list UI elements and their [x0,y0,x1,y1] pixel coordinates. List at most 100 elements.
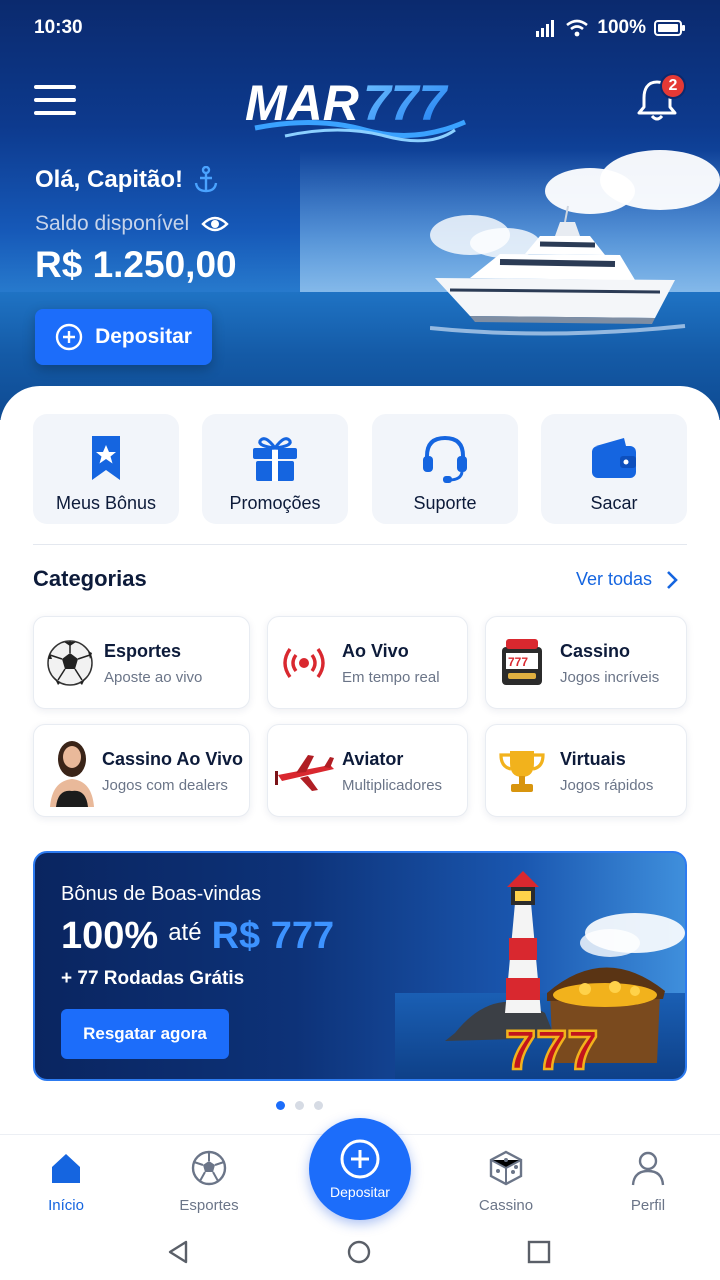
category-virtual[interactable]: Virtuais Jogos rápidos [485,724,687,817]
promo-percent: 100% [61,915,159,957]
category-subtitle: Em tempo real [342,669,440,686]
airplane-icon [275,755,334,791]
category-title: Ao Vivo [342,641,409,661]
headset-icon [423,435,467,483]
nav-deposit-button[interactable]: Depositar [309,1118,411,1220]
yacht-illustration [430,205,686,336]
eye-icon[interactable] [201,214,229,234]
nav-casino-label: Cassino [478,1197,534,1214]
notifications-badge: 2 [660,73,686,99]
system-recents-icon[interactable] [525,1238,553,1266]
chevron-right-icon [667,570,678,589]
dice-icon [489,1150,523,1186]
category-subtitle: Multiplicadores [342,777,443,794]
trophy-icon [499,751,545,792]
category-title: Cassino Ao Vivo [102,749,244,769]
quick-action-bonus[interactable]: Meus Bônus [33,414,179,524]
lighthouse-treasure-illustration: 777 [445,871,685,1078]
status-bar: 10:30 100% [0,0,720,56]
hamburger-icon-line [34,85,76,89]
art-777-text: 777 [505,1018,598,1078]
balance-label: Saldo disponível [35,212,229,236]
system-home-icon[interactable] [345,1238,373,1266]
app-root: 10:30 100% MAR 777 2 Olá, Capitão! Saldo… [0,0,720,1280]
promo-title: Bônus de Boas-vindas [61,883,262,905]
quick-action-withdraw[interactable]: Sacar [541,414,687,524]
promo-amount: R$ 777 [211,915,335,957]
welcome-bonus-banner[interactable]: 777 Bônus de Boas-vindas 100% até R$ 777… [33,851,687,1081]
category-live[interactable]: Ao Vivo Em tempo real [267,616,468,709]
see-all-label: Ver todas [576,569,653,589]
anchor-icon [194,166,218,193]
home-icon [52,1154,80,1183]
quick-action-promotions[interactable]: Promoções [202,414,348,524]
bonus-badge-icon [92,436,120,480]
nav-profile[interactable]: Perfil [593,1149,703,1214]
dealer-icon [50,741,94,807]
svg-text:777: 777 [508,655,528,669]
category-live-casino[interactable]: Cassino Ao Vivo Jogos com dealers [33,724,250,817]
category-title: Esportes [104,641,182,661]
carousel-dot[interactable] [314,1101,323,1110]
hamburger-icon-line [34,98,76,102]
greeting-text: Olá, Capitão! [35,166,184,193]
hamburger-icon-line [34,111,76,115]
status-indicators: 100% [535,17,686,39]
nav-profile-label: Perfil [630,1197,666,1214]
category-sports[interactable]: Esportes Aposte ao vivo [33,616,250,709]
slot-machine-icon: 777 [502,639,542,685]
category-title: Aviator [342,749,404,769]
quick-action-support[interactable]: Suporte [372,414,518,524]
category-subtitle: Jogos rápidos [560,777,654,794]
svg-text:777: 777 [363,75,449,131]
menu-button[interactable] [34,82,76,118]
nav-sports[interactable]: Esportes [154,1149,264,1214]
plus-circle-icon [55,323,83,351]
user-icon [631,1151,665,1186]
wifi-icon [566,19,589,37]
greeting: Olá, Capitão! [35,166,219,194]
deposit-button[interactable]: Depositar [35,309,212,365]
category-title: Cassino [560,641,631,661]
hero-banner: 10:30 100% MAR 777 2 Olá, Capitão! Saldo… [0,0,720,420]
brand-logo: MAR 777 [245,75,467,143]
status-time: 10:30 [34,17,83,38]
category-aviator[interactable]: Aviator Multiplicadores [267,724,468,817]
battery-icon [654,20,685,36]
carousel-dot-active[interactable] [276,1101,285,1110]
claim-bonus-button[interactable]: Resgatar agora [61,1009,229,1059]
promo-connector: até [168,919,202,946]
balance-amount: R$ 1.250,00 [35,244,237,285]
quick-action-label: Meus Bônus [55,493,157,513]
categories-title: Categorias [33,566,147,591]
nav-deposit-label: Depositar [330,1184,390,1200]
category-subtitle: Aposte ao vivo [104,669,203,686]
category-casino[interactable]: 777 Cassino Jogos incríveis [485,616,687,709]
balance-label-text: Saldo disponível [35,212,190,235]
category-subtitle: Jogos incríveis [560,669,660,686]
nav-home-label: Início [48,1197,84,1214]
carousel-indicator [276,1101,323,1110]
gift-icon [253,437,297,481]
quick-action-label: Suporte [413,493,477,513]
soccer-ball-icon [191,1150,227,1186]
promo-headline: 100% até R$ 777 [61,915,334,958]
carousel-dot[interactable] [295,1101,304,1110]
wallet-icon [592,438,636,478]
category-subtitle: Jogos com dealers [102,777,228,794]
see-all-link[interactable]: Ver todas [576,569,678,590]
soccer-ball-icon [47,640,93,686]
live-broadcast-icon [283,648,325,678]
quick-action-label: Sacar [590,493,638,513]
nav-casino[interactable]: Cassino [451,1149,561,1214]
nav-home[interactable]: Início [11,1149,121,1214]
section-divider [33,544,687,545]
promo-extra: + 77 Rodadas Grátis [61,968,245,989]
category-title: Virtuais [560,749,626,769]
quick-action-label: Promoções [229,493,321,513]
deposit-button-label: Depositar [95,325,192,348]
nav-sports-label: Esportes [179,1197,239,1214]
signal-icon [536,20,555,37]
system-back-icon[interactable] [164,1238,192,1266]
battery-percent: 100% [597,17,646,38]
